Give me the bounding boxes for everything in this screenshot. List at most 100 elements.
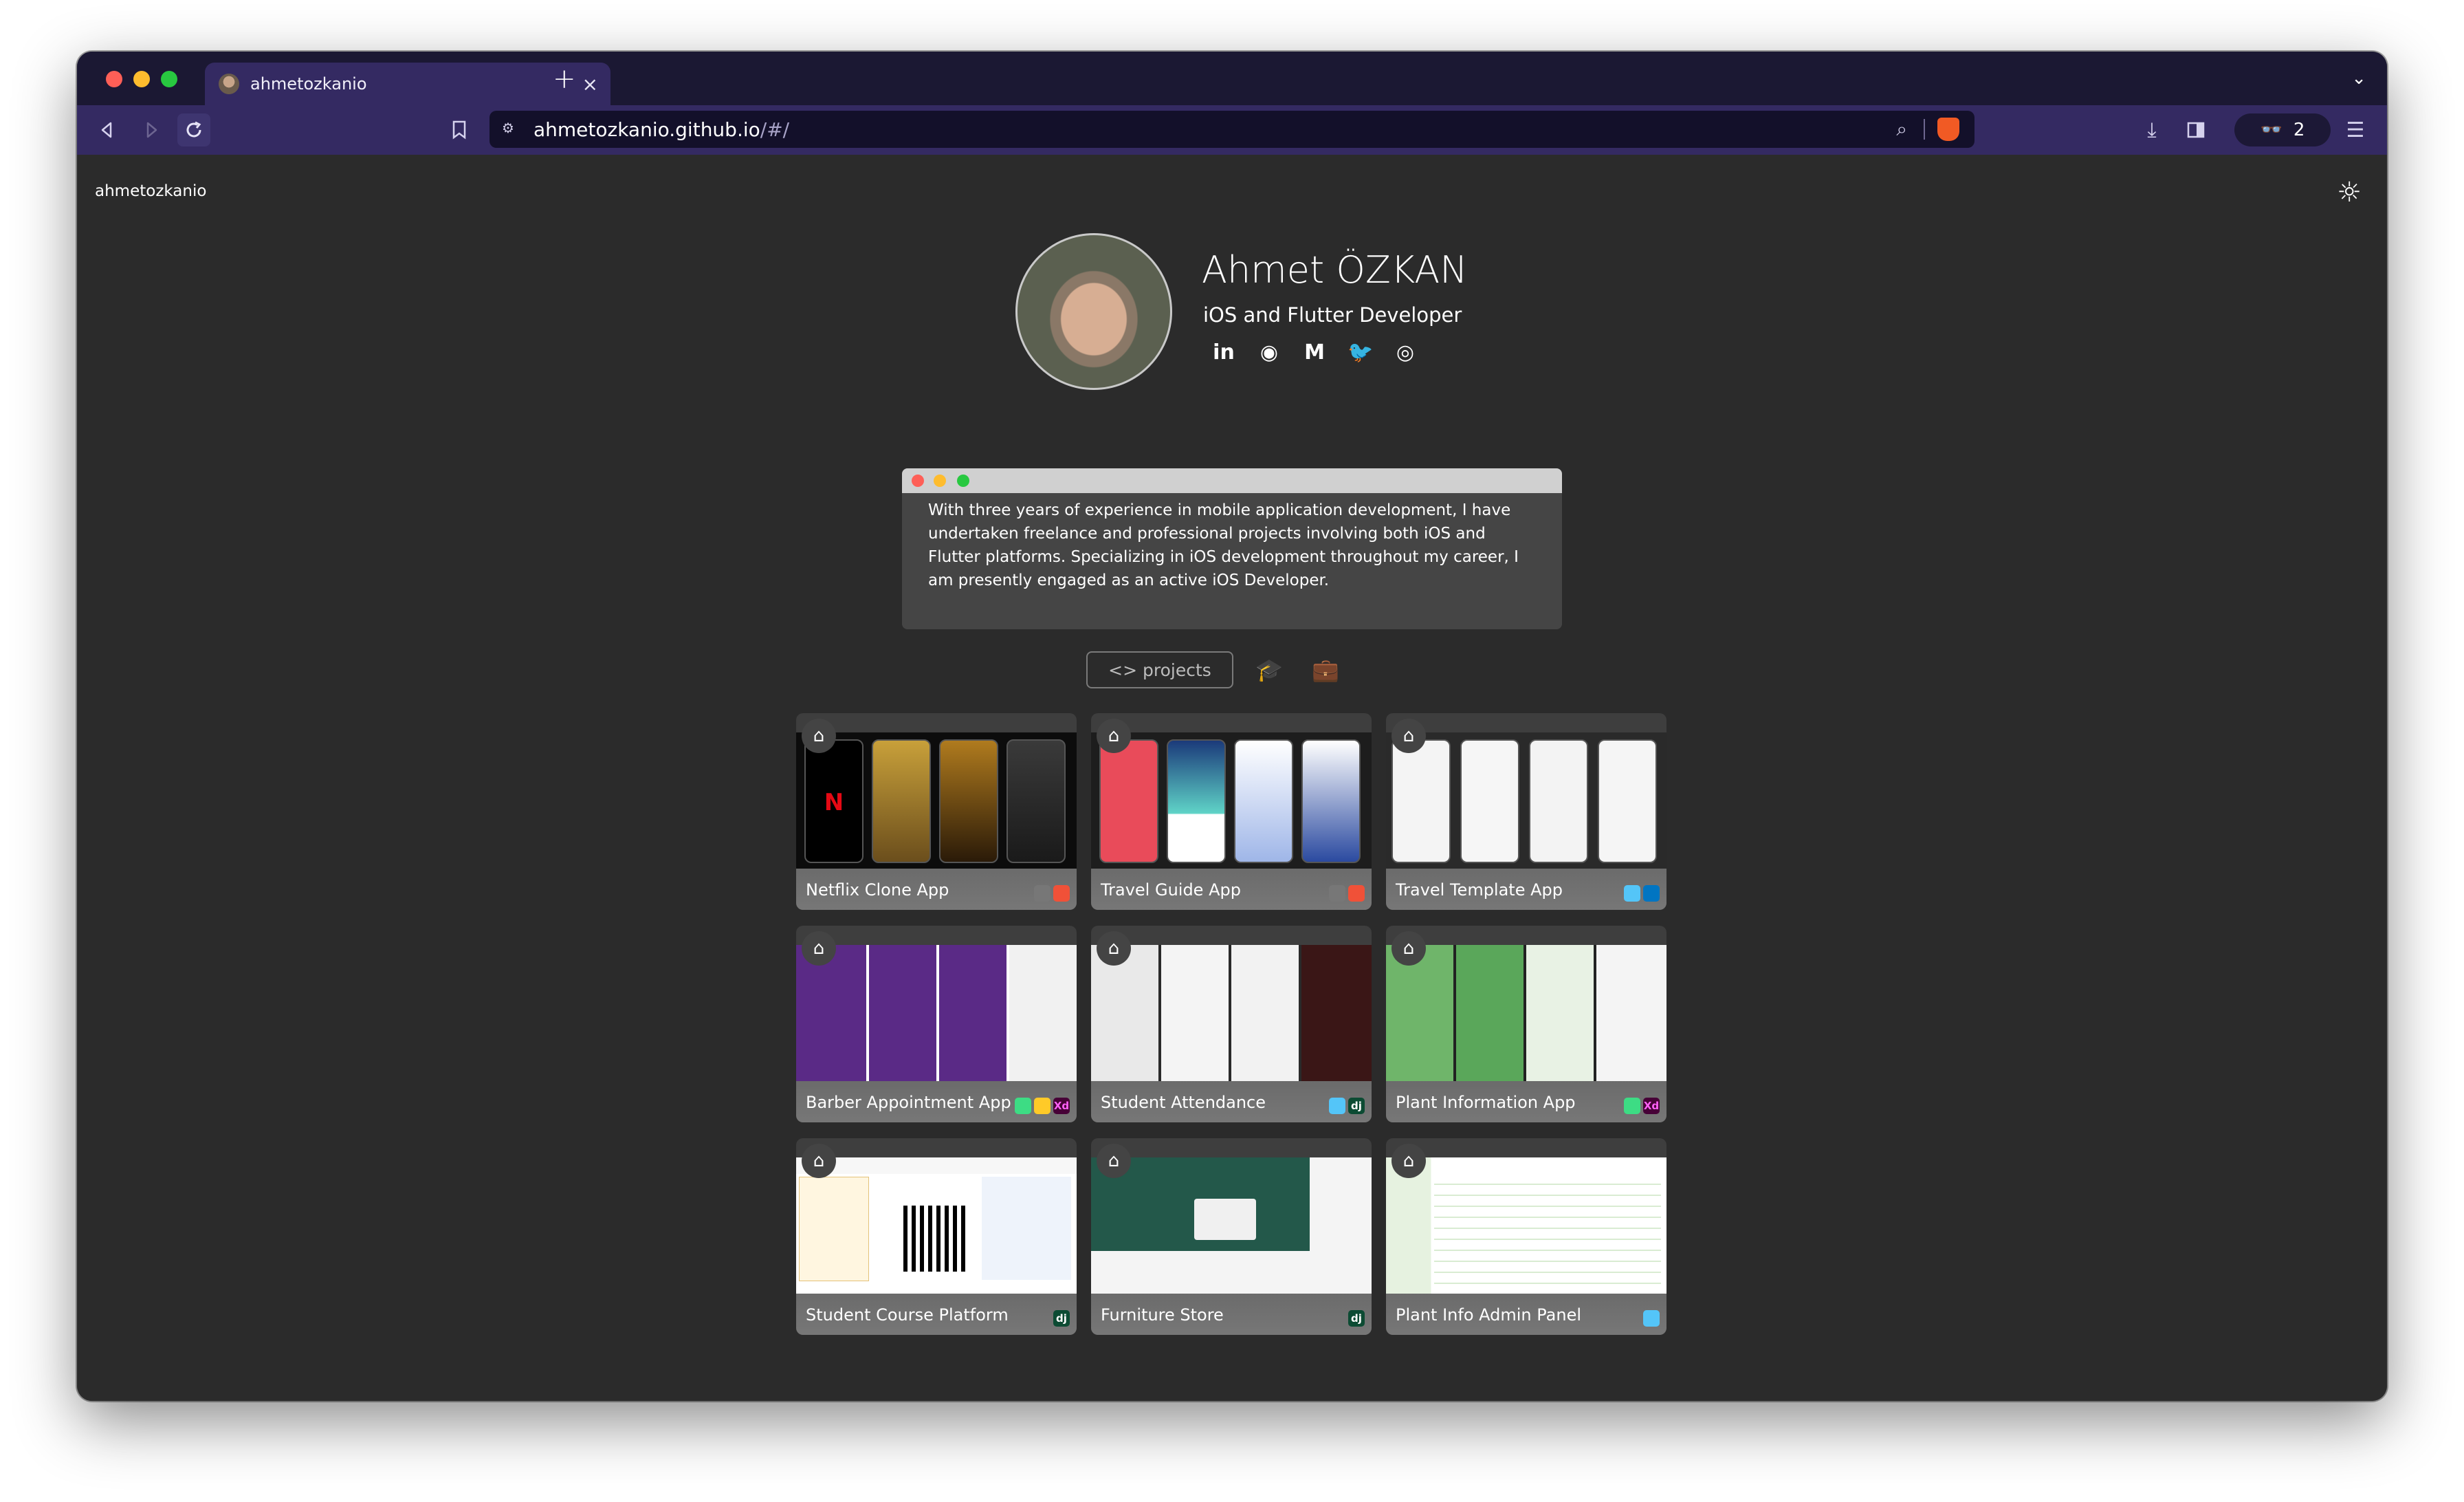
- github-icon[interactable]: ⌂: [1392, 719, 1426, 753]
- back-icon[interactable]: [91, 113, 124, 146]
- project-card[interactable]: ⌂ Barber Appointment App Xd: [796, 926, 1077, 1122]
- tech-badges: [1034, 885, 1070, 902]
- phone-mock: [1167, 739, 1226, 863]
- red-dot: [912, 475, 924, 487]
- brave-shields-icon[interactable]: [1937, 118, 1959, 141]
- tab-favicon: [219, 74, 239, 94]
- django-icon: dj: [1348, 1098, 1365, 1114]
- tab-close-icon[interactable]: ×: [582, 73, 598, 96]
- phone-mock: [1301, 739, 1361, 863]
- graduation-cap-icon[interactable]: 🎓: [1248, 651, 1290, 688]
- project-title: Barber Appointment App: [806, 1093, 1011, 1112]
- swift-icon: [1348, 885, 1365, 902]
- github-icon[interactable]: ⌂: [1392, 931, 1426, 966]
- github-icon[interactable]: ⌂: [1097, 1144, 1131, 1178]
- rewards-button[interactable]: 👓 2: [2234, 113, 2331, 146]
- new-tab-button[interactable]: +: [553, 65, 576, 93]
- url-host: ahmetozkanio.github.io: [534, 118, 760, 141]
- product-strip: [1091, 1251, 1310, 1294]
- reload-icon[interactable]: [177, 113, 210, 146]
- project-title: Travel Guide App: [1101, 880, 1241, 900]
- project-card[interactable]: ⌂ Furniture Store dj: [1091, 1138, 1372, 1335]
- table-mock: [1194, 1199, 1256, 1240]
- sun-icon[interactable]: ☼: [2332, 175, 2366, 210]
- social-links: in ◉ M 🐦 ◎: [1211, 340, 1418, 365]
- twitter-icon[interactable]: 🐦: [1348, 340, 1373, 365]
- linkedin-icon[interactable]: in: [1211, 340, 1236, 365]
- project-title: Plant Information App: [1396, 1093, 1576, 1112]
- apple-icon: [1034, 885, 1050, 902]
- sidebar-icon[interactable]: [2179, 113, 2212, 146]
- tab-title: ahmetozkanio: [250, 74, 367, 94]
- project-screenshot: [796, 1157, 1077, 1294]
- panel-mock: [982, 1177, 1071, 1280]
- project-screenshot: [1091, 945, 1372, 1081]
- firebase-icon: [1034, 1098, 1050, 1114]
- tech-badges: [1624, 885, 1660, 902]
- green-dot: [957, 475, 969, 487]
- profile-role: iOS and Flutter Developer: [1203, 303, 1462, 327]
- github-icon[interactable]: ⌂: [802, 719, 836, 753]
- toolbar: ⚙ ahmetozkanio.github.io/#/ ⌕ ⤓ 👓 2 ☰: [77, 105, 2387, 155]
- minimize-window-button[interactable]: [133, 71, 150, 87]
- tab-strip: ahmetozkanio × + ⌄: [77, 52, 2387, 105]
- site-settings-icon[interactable]: ⚙: [502, 120, 521, 139]
- apple-icon: [1329, 885, 1345, 902]
- medium-icon[interactable]: M: [1302, 340, 1327, 365]
- qr-code: [903, 1206, 969, 1272]
- github-icon[interactable]: ⌂: [1097, 719, 1131, 753]
- about-text: With three years of experience in mobile…: [928, 501, 1519, 589]
- tech-badges: dj: [1329, 1098, 1365, 1114]
- tech-badges: dj: [1053, 1310, 1070, 1327]
- project-title: Netflix Clone App: [806, 880, 949, 900]
- dart-icon: [1643, 885, 1660, 902]
- bookmark-icon[interactable]: [443, 113, 476, 146]
- tech-badges: Xd: [1624, 1098, 1660, 1114]
- tab-list-chevron-icon[interactable]: ⌄: [2351, 68, 2366, 89]
- tech-badges: Xd: [1015, 1098, 1070, 1114]
- browser-window: ahmetozkanio × + ⌄ ⚙ ahmetozkanio.github…: [77, 52, 2387, 1401]
- project-screenshot: [1091, 1157, 1372, 1294]
- forward-icon[interactable]: [135, 113, 168, 146]
- project-title: Furniture Store: [1101, 1305, 1224, 1325]
- project-screenshot: [796, 945, 1077, 1081]
- tab-projects[interactable]: <> projects: [1086, 651, 1233, 688]
- project-screenshot: N: [796, 732, 1077, 869]
- instagram-icon[interactable]: ◎: [1393, 340, 1418, 365]
- github-icon[interactable]: ⌂: [802, 931, 836, 966]
- menu-icon[interactable]: ☰: [2339, 113, 2372, 146]
- downloads-icon[interactable]: ⤓: [2135, 113, 2168, 146]
- project-screenshot: [1091, 732, 1372, 869]
- address-bar[interactable]: ⚙ ahmetozkanio.github.io/#/ ⌕: [490, 111, 1974, 148]
- github-icon[interactable]: ◉: [1257, 340, 1282, 365]
- close-window-button[interactable]: [106, 71, 122, 87]
- phone-mock: [1392, 739, 1451, 863]
- project-screenshot: [1386, 945, 1666, 1081]
- tech-badges: dj: [1348, 1310, 1365, 1327]
- github-icon[interactable]: ⌂: [1392, 1144, 1426, 1178]
- project-card[interactable]: ⌂ Student Attendance dj: [1091, 926, 1372, 1122]
- project-title: Plant Info Admin Panel: [1396, 1305, 1582, 1325]
- django-icon: dj: [1053, 1310, 1070, 1327]
- phone-mock: [1234, 739, 1293, 863]
- github-icon[interactable]: ⌂: [802, 1144, 836, 1178]
- project-card[interactable]: ⌂ Travel Template App: [1386, 713, 1666, 910]
- project-card[interactable]: ⌂ Student Course Platform dj: [796, 1138, 1077, 1335]
- rewards-count: 2: [2293, 120, 2305, 140]
- phone-mock: [872, 739, 931, 863]
- project-card[interactable]: ⌂ Travel Guide App: [1091, 713, 1372, 910]
- project-card[interactable]: ⌂ Plant Info Admin Panel: [1386, 1138, 1666, 1335]
- project-card[interactable]: N ⌂ Netflix Clone App: [796, 713, 1077, 910]
- github-icon[interactable]: ⌂: [1097, 931, 1131, 966]
- avatar: [1015, 233, 1172, 390]
- project-card[interactable]: ⌂ Plant Information App Xd: [1386, 926, 1666, 1122]
- android-icon: [1624, 1098, 1640, 1114]
- zoom-window-button[interactable]: [161, 71, 177, 87]
- xd-icon: Xd: [1053, 1098, 1070, 1114]
- site-logo[interactable]: ahmetozkanio: [95, 182, 206, 200]
- about-card-titlebar: [902, 468, 1562, 493]
- browser-tab[interactable]: ahmetozkanio ×: [205, 63, 610, 105]
- zoom-icon[interactable]: ⌕: [1896, 118, 1907, 141]
- table-mock: [1434, 1174, 1661, 1284]
- briefcase-icon[interactable]: 💼: [1305, 651, 1346, 688]
